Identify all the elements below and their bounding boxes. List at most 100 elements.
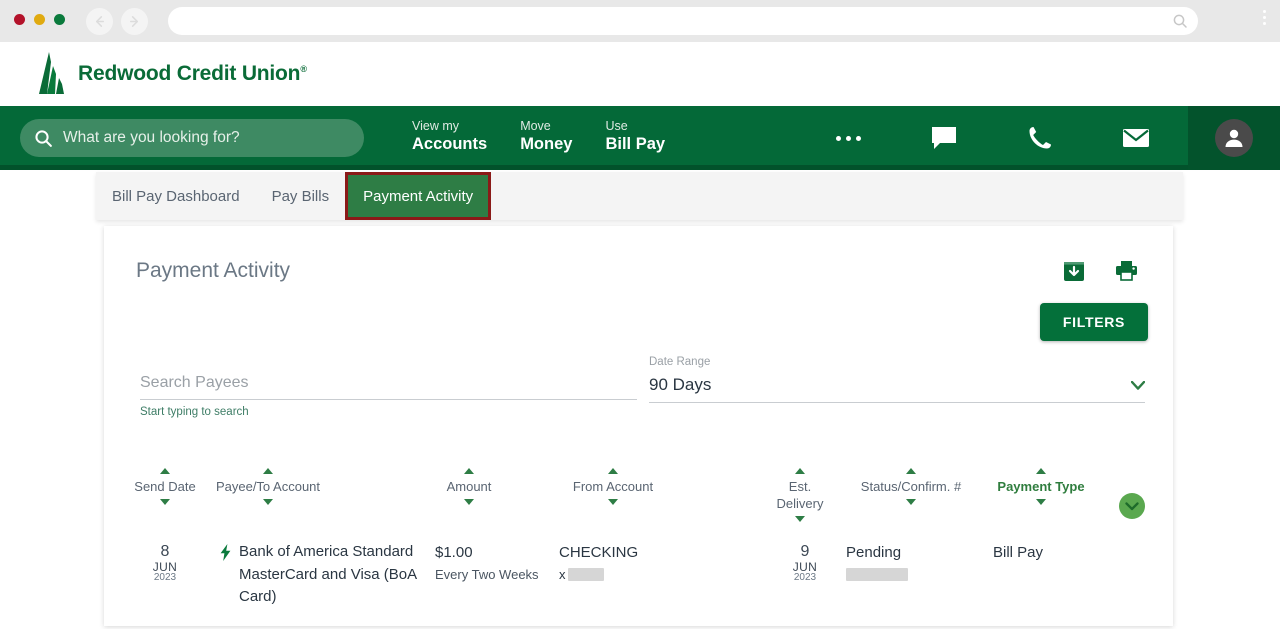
nav-item-money-eyebrow: Move (520, 119, 551, 133)
column-header-from-account[interactable]: From Account (554, 468, 672, 505)
tab-payment-activity[interactable]: Payment Activity (345, 172, 492, 220)
sort-descending-icon[interactable] (906, 499, 916, 505)
cell-from-account: CHECKING x (559, 544, 638, 582)
date-range-value: 90 Days (649, 375, 712, 394)
nav-item-bill-pay-label: Bill Pay (605, 135, 666, 153)
sort-ascending-icon[interactable] (608, 468, 618, 474)
redacted-account-number (567, 568, 604, 581)
user-avatar-icon (1225, 129, 1243, 147)
payee-name: Bank of America Standard MasterCard and … (239, 543, 417, 605)
confirmation-number (846, 568, 908, 586)
sort-ascending-icon[interactable] (1036, 468, 1046, 474)
nav-item-accounts-label: Accounts (412, 135, 488, 153)
minimize-window-button[interactable] (34, 14, 45, 25)
address-bar[interactable] (168, 7, 1198, 35)
column-header-from-account-label: From Account (572, 479, 654, 494)
send-date-day: 8 (160, 543, 170, 560)
date-range-field: Date Range 90 Days (649, 356, 1146, 403)
delivery-date-year: 2023 (793, 572, 817, 584)
search-payees-input[interactable]: Search Payees (140, 374, 637, 400)
search-icon[interactable] (1172, 13, 1188, 34)
brand-name: Redwood Credit Union® (78, 62, 307, 85)
nav-item-accounts-eyebrow: View my (412, 119, 460, 133)
sort-descending-icon[interactable] (464, 499, 474, 505)
site-search-placeholder: What are you looking for? (63, 129, 240, 146)
filters-button[interactable]: FILTERS (1040, 303, 1148, 341)
brand-logo[interactable]: Redwood Credit Union® (34, 50, 307, 98)
avatar (1215, 119, 1253, 157)
table-row[interactable]: 8 JUN 2023 Bank of America Standard Mast… (104, 539, 1173, 629)
cell-amount: $1.00 Every Two Weeks (435, 544, 539, 582)
sort-descending-icon[interactable] (1036, 499, 1046, 505)
column-header-est-delivery[interactable]: Est. Delivery (769, 468, 831, 522)
print-icon[interactable] (1115, 260, 1138, 287)
amount-value: $1.00 (435, 544, 473, 561)
cell-payment-type: Bill Pay (993, 544, 1044, 561)
redwood-tree-logo-icon (39, 52, 64, 94)
search-payees-field: Search Payees Start typing to search (140, 374, 637, 418)
status-badge: Pending (846, 544, 902, 561)
column-header-payee[interactable]: Payee/To Account (202, 468, 334, 505)
back-arrow-icon (95, 16, 104, 27)
card-action-icons (1063, 260, 1138, 287)
nav-item-bill-pay[interactable]: Use Bill Pay (605, 119, 665, 154)
user-account-button[interactable] (1188, 106, 1280, 170)
close-window-button[interactable] (14, 14, 25, 25)
search-icon (35, 129, 52, 147)
nav-item-money[interactable]: Move Money (520, 119, 572, 154)
nav-links: View my Accounts Move Money Use Bill Pay (412, 119, 698, 154)
chevron-down-icon (1125, 501, 1139, 510)
from-account-number: x (559, 567, 638, 582)
window-traffic-lights (14, 14, 65, 25)
sort-descending-icon[interactable] (263, 499, 273, 505)
maximize-window-button[interactable] (54, 14, 65, 25)
redacted-confirmation-number (846, 568, 908, 581)
mail-icon[interactable] (1088, 106, 1184, 170)
tab-bill-pay-dashboard[interactable]: Bill Pay Dashboard (96, 172, 256, 220)
sort-descending-icon[interactable] (608, 499, 618, 505)
chevron-down-icon (1130, 377, 1146, 395)
column-header-est-delivery-label: Est. Delivery (776, 479, 824, 511)
browser-nav-arrows (86, 8, 148, 35)
sort-ascending-icon[interactable] (160, 468, 170, 474)
phone-icon[interactable] (992, 106, 1088, 170)
bill-pay-tabbar: Bill Pay Dashboard Pay Bills Payment Act… (96, 172, 1183, 220)
column-header-send-date[interactable]: Send Date (134, 468, 196, 505)
delivery-date-day: 9 (800, 543, 810, 560)
nav-item-accounts[interactable]: View my Accounts (412, 119, 487, 154)
sort-descending-icon[interactable] (160, 499, 170, 505)
forward-arrow-icon (130, 16, 139, 27)
table-header-row: Send Date Payee/To Account Amount From A… (104, 464, 1173, 534)
sort-ascending-icon[interactable] (906, 468, 916, 474)
more-options-icon[interactable] (800, 106, 896, 170)
column-header-payment-type-label: Payment Type (997, 479, 1085, 494)
sort-ascending-icon[interactable] (795, 468, 805, 474)
forward-button[interactable] (121, 8, 148, 35)
browser-chrome (0, 0, 1280, 42)
kebab-menu-icon[interactable] (1263, 10, 1266, 25)
nav-item-money-label: Money (520, 135, 573, 153)
sort-descending-icon[interactable] (795, 516, 805, 522)
back-button[interactable] (86, 8, 113, 35)
column-header-amount[interactable]: Amount (430, 468, 508, 505)
column-header-status[interactable]: Status/Confirm. # (841, 468, 981, 505)
site-header: Redwood Credit Union® (0, 42, 1280, 106)
column-header-send-date-label: Send Date (134, 479, 196, 494)
column-header-payment-type[interactable]: Payment Type (981, 468, 1101, 505)
search-payees-hint: Start typing to search (140, 406, 249, 418)
page-title: Payment Activity (136, 259, 291, 282)
expand-row-button[interactable] (1119, 493, 1145, 519)
tab-pay-bills[interactable]: Pay Bills (256, 172, 346, 220)
site-search-input[interactable]: What are you looking for? (20, 119, 364, 157)
chat-icon[interactable] (896, 106, 992, 170)
download-icon[interactable] (1063, 260, 1085, 287)
date-range-select[interactable]: 90 Days (649, 375, 1146, 403)
date-range-label: Date Range (649, 356, 711, 368)
column-header-status-label: Status/Confirm. # (860, 479, 962, 494)
cell-status: Pending (846, 544, 908, 586)
send-date-year: 2023 (153, 572, 177, 584)
payment-activity-card: Payment Activity FILTERS Search Payees S… (104, 226, 1173, 626)
sort-ascending-icon[interactable] (263, 468, 273, 474)
sort-ascending-icon[interactable] (464, 468, 474, 474)
column-header-amount-label: Amount (446, 479, 492, 494)
